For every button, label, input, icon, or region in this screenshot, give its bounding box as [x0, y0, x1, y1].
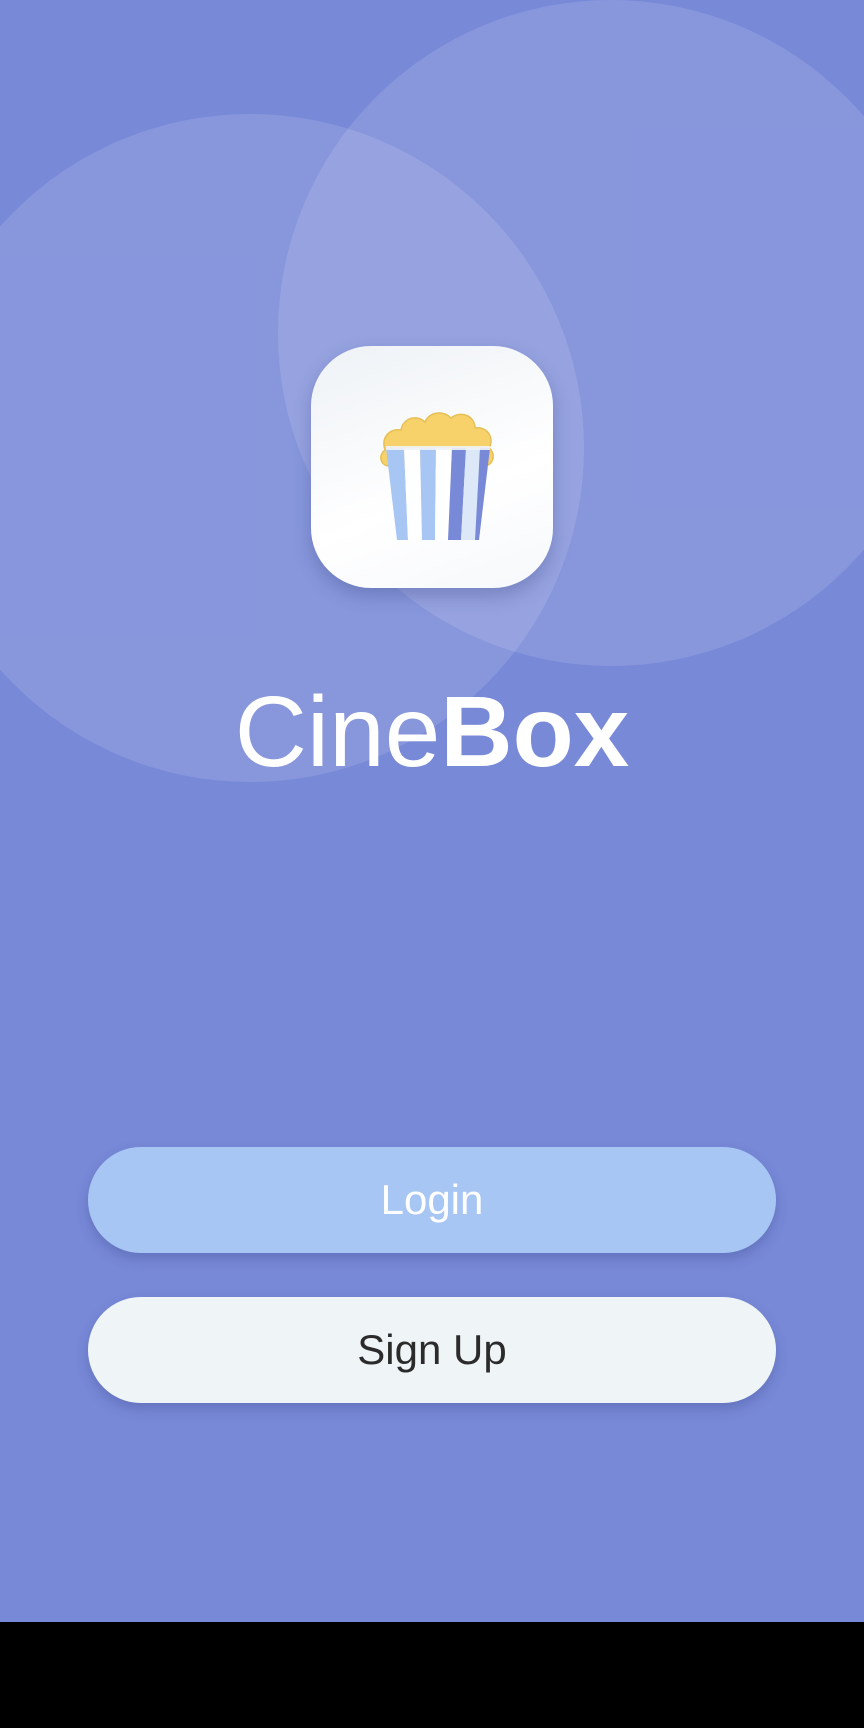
app-title: CineBox: [0, 672, 864, 792]
app-title-light: Cine: [234, 676, 441, 788]
signup-button[interactable]: Sign Up: [88, 1297, 776, 1403]
app-title-bold: Box: [440, 676, 630, 788]
welcome-screen: CineBox Login Sign Up: [0, 0, 864, 1622]
popcorn-icon: [380, 412, 494, 540]
app-logo: [311, 346, 553, 588]
login-button[interactable]: Login: [88, 1147, 776, 1253]
system-navigation-bar: [0, 1622, 864, 1728]
